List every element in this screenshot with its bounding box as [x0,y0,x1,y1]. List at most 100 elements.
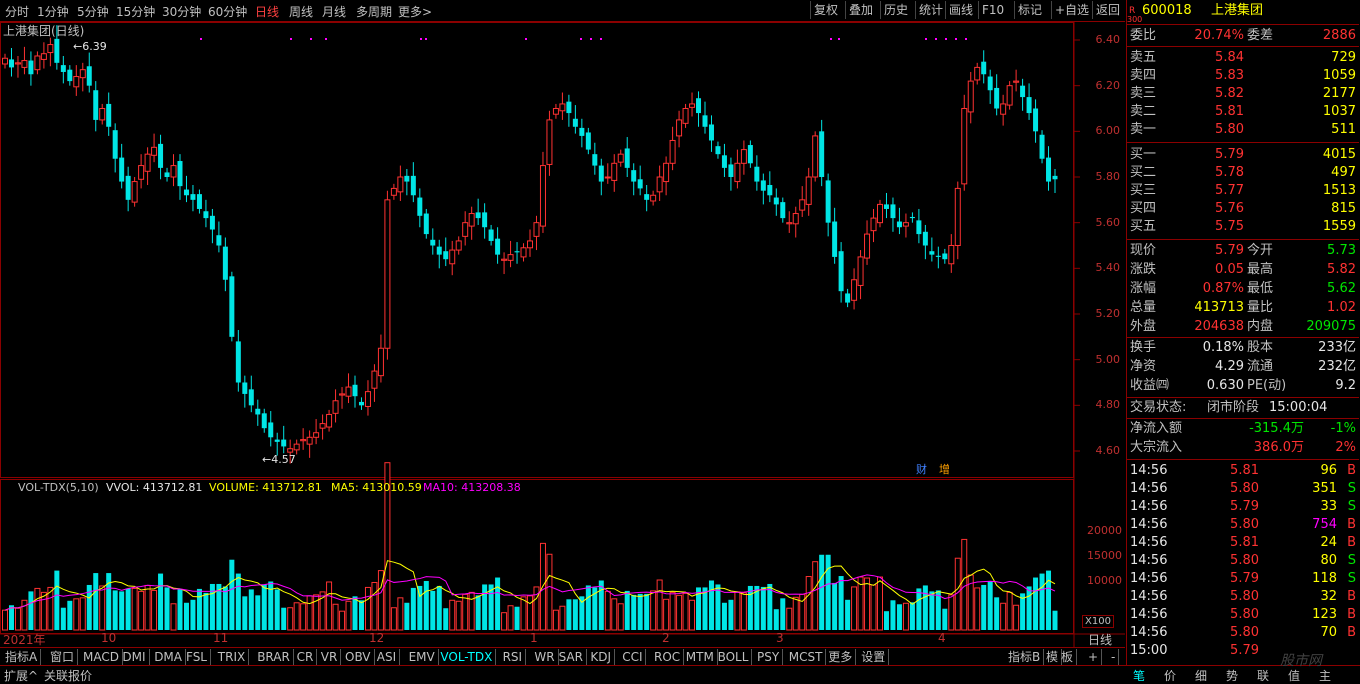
volume-bar [417,585,423,630]
volume-bar [1013,604,1020,631]
quote-tab-3[interactable]: 势 [1226,667,1238,684]
indicator-tab-2[interactable]: MACD [80,649,123,665]
volume-bar [851,586,858,631]
indicator-tab-16[interactable]: SAR [556,649,587,665]
candle-body [754,166,760,182]
volume-bar [974,587,981,631]
indicator-tab-24[interactable]: 更多 [825,649,857,665]
period-tab-2[interactable]: 5分钟 [77,3,109,20]
indicator-tab-12[interactable]: EMV [406,649,439,665]
indicator-tab-9[interactable]: VR [318,649,342,665]
toolbar-button-0[interactable]: 复权 [810,1,841,19]
period-tab-8[interactable]: 月线 [322,3,346,20]
toolbar-button-2[interactable]: 历史 [880,1,911,19]
period-tab-3[interactable]: 15分钟 [116,3,155,20]
toolbar-button-6[interactable]: 标记 [1014,1,1045,19]
period-tab-1[interactable]: 1分钟 [37,3,69,20]
tick-volume: 24 [1320,535,1337,550]
volume-bar [669,591,676,631]
indicator-tab-6[interactable]: TRIX [215,649,250,665]
ask-row: 卖五 5.84 729 [1127,49,1359,67]
indicator-tab-15[interactable]: WR [531,649,559,665]
period-tab-0[interactable]: 分时 [5,3,29,20]
volume-bar [702,587,708,630]
period-tab-6[interactable]: 日线 [255,3,279,20]
indicator-tab-3[interactable]: DMI [119,649,150,665]
period-tab-5[interactable]: 60分钟 [208,3,247,20]
stat-label: 最低 [1247,281,1274,296]
indicator-tab-20[interactable]: MTM [683,649,718,665]
weicha-value: 2886 [1322,28,1356,43]
volume-bar [838,576,844,630]
volume-bar [637,593,643,630]
toolbar-button-8[interactable]: 返回 [1092,1,1123,19]
indicator-tab-23[interactable]: MCST [786,649,827,665]
price-axis-label: 6.00 [1095,124,1121,138]
indicator-tab-19[interactable]: ROC [651,649,685,665]
period-tab-9[interactable]: 多周期 [356,3,392,20]
period-tab-7[interactable]: 周线 [289,3,313,20]
indicator-right-tab-3[interactable]: + [1085,649,1103,665]
indicator-tab-8[interactable]: CR [294,649,318,665]
quote-tab-6[interactable]: 主 [1319,667,1331,684]
signal-marker [600,38,602,40]
tick-time: 14:56 [1130,607,1168,622]
chart-title: 上港集团(日线) [3,24,85,38]
quote-tab-5[interactable]: 值 [1288,667,1300,684]
indicator-right-tab-0[interactable]: 指标B [1005,649,1045,665]
bid-row: 买四 5.76 815 [1127,200,1359,218]
indicator-tab-0[interactable]: 指标A [2,649,42,665]
divider [1127,142,1359,143]
increase-badge[interactable]: 增 [930,463,952,476]
block-value: 386.0万 [1253,440,1304,455]
quote-tab-4[interactable]: 联 [1257,667,1269,684]
related-quote-button[interactable]: 关联报价 [44,667,92,684]
candle-body [144,153,151,172]
toolbar-button-1[interactable]: 叠加 [845,1,876,19]
tick-row: 14:56 5.79 118 S [1127,570,1359,588]
finance-badge[interactable]: 财 [916,463,927,476]
period-tab-10[interactable]: 更多> [398,3,432,20]
indicator-tab-22[interactable]: PSY [754,649,784,665]
volume-bar [631,594,637,630]
volume-bar [125,588,131,630]
tick-price: 5.80 [1230,607,1259,622]
indicator-right-tab-4[interactable]: - [1108,649,1120,665]
quote-tab-2[interactable]: 细 [1195,667,1207,684]
fund-value: 0.18% [1202,340,1244,355]
indicator-tab-17[interactable]: KDJ [587,649,616,665]
toolbar-button-5[interactable]: F10 [978,1,1007,19]
fund-label: 换手 [1130,340,1157,355]
indicator-tab-18[interactable]: CCI [619,649,647,665]
signal-marker [925,38,927,40]
quote-tab-1[interactable]: 价 [1164,667,1176,684]
quote-tab-0[interactable]: 笔 [1133,667,1145,684]
candle-body [579,127,585,136]
toolbar-button-3[interactable]: 统计 [915,1,946,19]
period-tab-4[interactable]: 30分钟 [162,3,201,20]
indicator-tab-14[interactable]: RSI [500,649,527,665]
tick-volume: 118 [1312,571,1337,586]
candle-body [585,132,591,150]
expand-button[interactable]: 扩展^ [4,667,38,684]
indicator-right-tab-2[interactable]: 板 [1058,649,1078,665]
indicator-tab-4[interactable]: DMA [151,649,186,665]
volume-bar [151,589,158,631]
indicator-tab-10[interactable]: OBV [342,649,375,665]
volume-bar [190,599,196,630]
indicator-tab-7[interactable]: BRAR [254,649,294,665]
indicator-tab-11[interactable]: ASI [374,649,401,665]
ask-price: 5.83 [1215,68,1244,83]
candle-body [604,176,611,179]
indicator-tab-21[interactable]: BOLL [715,649,753,665]
toolbar-button-7[interactable]: +自选 [1051,1,1092,19]
indicator-tab-5[interactable]: FSL [183,649,211,665]
indicator-tab-1[interactable]: 窗口 [47,649,79,665]
ask-row: 卖二 5.81 1037 [1127,103,1359,121]
kline-chart[interactable] [0,22,1125,647]
volume-bar [28,591,34,630]
toolbar-button-4[interactable]: 画线 [945,1,976,19]
tick-volume: 123 [1312,607,1337,622]
indicator-tab-25[interactable]: 设置 [858,649,890,665]
indicator-tab-13[interactable]: VOL-TDX [437,649,497,665]
